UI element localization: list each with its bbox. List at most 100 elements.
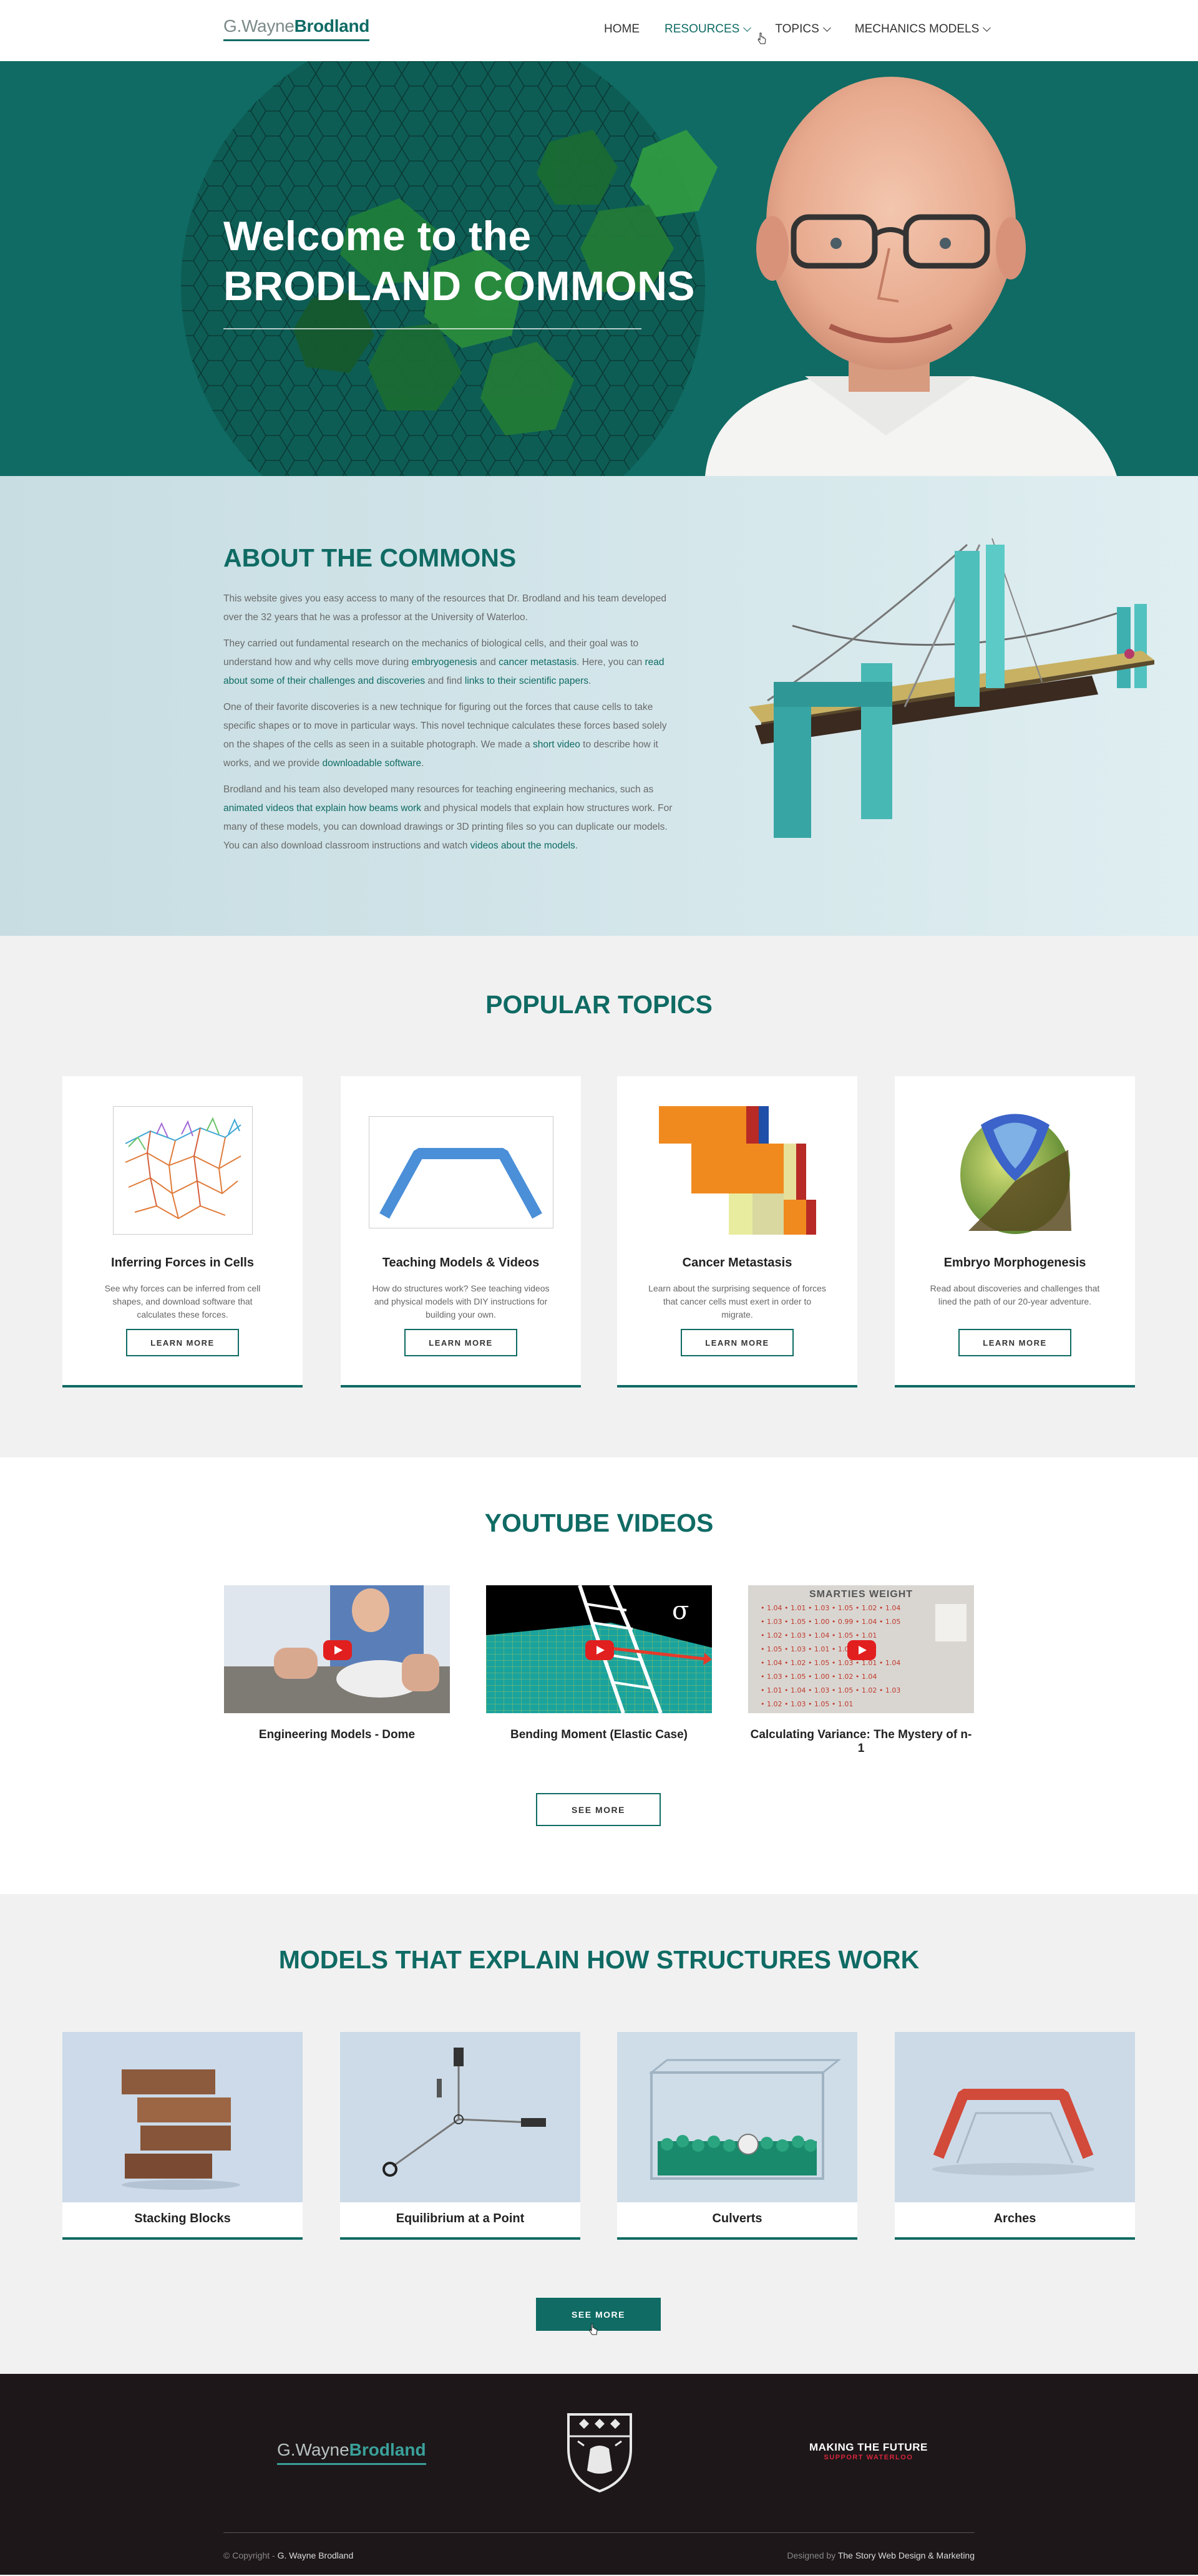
link-scientific-papers[interactable]: links to their scientific papers bbox=[465, 676, 588, 686]
topic-description: Learn about the surprising sequence of f… bbox=[648, 1283, 826, 1320]
link-short-video[interactable]: short video bbox=[533, 739, 580, 750]
svg-text:• 1.02 • 1.03 • 1.05 • 1.01: • 1.02 • 1.03 • 1.05 • 1.01 bbox=[761, 1700, 853, 1708]
topic-card-inferring-forces[interactable]: Inferring Forces in Cells See why forces… bbox=[62, 1076, 303, 1388]
models-title: MODELS THAT EXPLAIN HOW STRUCTURES WORK bbox=[278, 1945, 920, 1974]
youtube-play-icon[interactable] bbox=[585, 1640, 614, 1660]
thumbnail-heading: SMARTIES WEIGHT bbox=[809, 1589, 913, 1600]
footer-divider bbox=[223, 2532, 975, 2533]
hero-title-line-2: BRODLAND COMMONS bbox=[223, 263, 695, 309]
link-downloadable-software[interactable]: downloadable software bbox=[323, 758, 422, 769]
model-image bbox=[617, 2032, 857, 2202]
link-embryogenesis[interactable]: embryogenesis bbox=[412, 657, 477, 668]
youtube-videos-section: YOUTUBE VIDEOS Engineering Models - Dome bbox=[0, 1457, 1198, 1894]
video-card-bending-moment[interactable]: σ Bending Moment (Elastic Case) bbox=[486, 1585, 712, 1742]
about-body: This website gives you easy access to ma… bbox=[223, 590, 673, 863]
youtube-play-icon[interactable] bbox=[847, 1640, 876, 1660]
about-paragraph-3: One of their favorite discoveries is a n… bbox=[223, 698, 673, 773]
video-thumbnail[interactable] bbox=[224, 1585, 450, 1713]
nav-item-resources[interactable]: RESOURCES bbox=[665, 22, 752, 36]
topic-description: Read about discoveries and challenges th… bbox=[930, 1283, 1100, 1306]
logo-text-bold: Brodland bbox=[349, 2440, 426, 2459]
about-paragraph-1: This website gives you easy access to ma… bbox=[223, 593, 666, 623]
footer-logo[interactable]: G.WayneBrodland bbox=[277, 2440, 426, 2465]
video-card-dome[interactable]: Engineering Models - Dome bbox=[224, 1585, 450, 1742]
logo-text-bold: Brodland bbox=[294, 16, 370, 36]
about-paragraph-4: Brodland and his team also developed man… bbox=[223, 780, 673, 855]
hero-title-line-1: Welcome to the bbox=[223, 213, 532, 259]
video-caption[interactable]: Engineering Models - Dome bbox=[224, 1728, 450, 1742]
making-the-future-logo[interactable]: MAKING THE FUTURE SUPPORT WATERLOO bbox=[809, 2441, 928, 2461]
model-image bbox=[895, 2032, 1135, 2202]
nav-item-label: RESOURCES bbox=[665, 22, 740, 36]
link-cancer-metastasis[interactable]: cancer metastasis bbox=[499, 657, 577, 668]
learn-more-button[interactable]: LEARN MORE bbox=[126, 1329, 239, 1356]
learn-more-button[interactable]: LEARN MORE bbox=[404, 1329, 517, 1356]
text: and bbox=[477, 657, 499, 668]
learn-more-button[interactable]: LEARN MORE bbox=[681, 1329, 794, 1356]
copyright: © Copyright - G. Wayne Brodland bbox=[223, 2550, 353, 2560]
topic-image bbox=[617, 1106, 857, 1237]
learn-more-button[interactable]: LEARN MORE bbox=[958, 1329, 1071, 1356]
nav-item-label: HOME bbox=[604, 22, 640, 36]
see-more-videos-button[interactable]: SEE MORE bbox=[536, 1793, 661, 1826]
text: . bbox=[421, 758, 424, 769]
nav-item-topics[interactable]: TOPICS bbox=[775, 22, 831, 36]
svg-text:• 1.04 • 1.01 • 1.03 • 1.05 •: • 1.04 • 1.01 • 1.03 • 1.05 • 1.02 • 1.0… bbox=[761, 1604, 900, 1612]
logo-text-light: G.Wayne bbox=[277, 2440, 349, 2459]
popular-topics-title: POPULAR TOPICS bbox=[485, 990, 713, 1019]
mtf-line-2: SUPPORT WATERLOO bbox=[824, 2454, 913, 2461]
about-paragraph-2: They carried out fundamental research on… bbox=[223, 634, 673, 691]
model-card-stacking-blocks[interactable]: Stacking Blocks bbox=[62, 2032, 303, 2240]
chevron-down-icon bbox=[983, 24, 991, 32]
topic-title: Cancer Metastasis bbox=[682, 1256, 792, 1270]
topic-card-cancer-metastasis[interactable]: Cancer Metastasis Learn about the surpri… bbox=[617, 1076, 857, 1388]
video-caption[interactable]: Calculating Variance: The Mystery of n-1 bbox=[748, 1728, 974, 1756]
copyright-owner-link[interactable]: G. Wayne Brodland bbox=[278, 2550, 354, 2560]
svg-text:• 1.04 • 1.02 • 1.05 • 1.03 •: • 1.04 • 1.02 • 1.05 • 1.03 • 1.01 • 1.0… bbox=[761, 1659, 900, 1667]
video-thumbnail[interactable]: σ bbox=[486, 1585, 712, 1713]
text: and find bbox=[425, 676, 465, 686]
youtube-play-icon[interactable] bbox=[323, 1640, 352, 1660]
about-title: ABOUT THE COMMONS bbox=[223, 543, 517, 572]
video-card-variance[interactable]: • 1.04 • 1.01 • 1.03 • 1.05 • 1.02 • 1.0… bbox=[748, 1585, 974, 1756]
topic-description: How do structures work? See teaching vid… bbox=[372, 1283, 550, 1320]
hero-divider bbox=[223, 328, 641, 329]
link-videos-about-models[interactable]: videos about the models bbox=[470, 840, 575, 851]
nav-item-mechanics-models[interactable]: MECHANICS MODELS bbox=[855, 22, 991, 36]
logo-underline bbox=[277, 2463, 426, 2465]
stacking-blocks-image bbox=[62, 2032, 303, 2202]
topic-title: Embryo Morphogenesis bbox=[943, 1256, 1086, 1270]
designer-link[interactable]: The Story Web Design & Marketing bbox=[838, 2550, 975, 2560]
nav-item-home[interactable]: HOME bbox=[604, 22, 640, 36]
svg-text:• 1.03 • 1.05 • 1.00 • 0.99 •: • 1.03 • 1.05 • 1.00 • 0.99 • 1.04 • 1.0… bbox=[761, 1618, 900, 1626]
youtube-title: YOUTUBE VIDEOS bbox=[484, 1509, 714, 1537]
video-thumbnail[interactable]: • 1.04 • 1.01 • 1.03 • 1.05 • 1.02 • 1.0… bbox=[748, 1585, 974, 1713]
link-animated-videos[interactable]: animated videos that explain how beams w… bbox=[223, 803, 421, 814]
model-card-culverts[interactable]: Culverts bbox=[617, 2032, 857, 2240]
hero-title: Welcome to the BRODLAND COMMONS bbox=[223, 211, 695, 311]
model-card-arches[interactable]: Arches bbox=[895, 2032, 1135, 2240]
site-footer: G.WayneBrodland MAKING THE FUTURE SUPPOR… bbox=[0, 2374, 1198, 2575]
mtf-line-1: MAKING THE FUTURE bbox=[809, 2441, 928, 2453]
sigma-label: σ bbox=[672, 1597, 689, 1625]
arches-image bbox=[895, 2032, 1135, 2202]
model-title: Arches bbox=[993, 2212, 1036, 2225]
video-caption[interactable]: Bending Moment (Elastic Case) bbox=[486, 1728, 712, 1742]
embryo-3d-render-image bbox=[960, 1114, 1071, 1234]
cancer-cell-simulation-image bbox=[658, 1106, 816, 1235]
topic-card-embryo-morphogenesis[interactable]: Embryo Morphogenesis Read about discover… bbox=[895, 1076, 1135, 1388]
svg-text:• 1.03 • 1.05 • 1.00 • 1.02 •: • 1.03 • 1.05 • 1.00 • 1.02 • 1.04 bbox=[761, 1673, 877, 1681]
model-card-equilibrium[interactable]: Equilibrium at a Point bbox=[340, 2032, 580, 2240]
topic-title: Teaching Models & Videos bbox=[382, 1256, 540, 1270]
model-title: Culverts bbox=[712, 2212, 762, 2225]
text: . bbox=[575, 840, 578, 851]
text: . Here, you can bbox=[577, 657, 645, 668]
university-crest-icon[interactable] bbox=[565, 2411, 634, 2494]
see-more-models-button[interactable]: SEE MORE bbox=[536, 2298, 661, 2331]
site-logo[interactable]: G.WayneBrodland bbox=[223, 16, 370, 41]
chevron-down-icon bbox=[822, 24, 831, 32]
topic-card-teaching-models[interactable]: Teaching Models & Videos How do structur… bbox=[341, 1076, 581, 1388]
hero-banner: Welcome to the BRODLAND COMMONS bbox=[0, 61, 1198, 476]
hand-cursor-icon bbox=[589, 2323, 598, 2335]
model-image bbox=[62, 2032, 303, 2202]
